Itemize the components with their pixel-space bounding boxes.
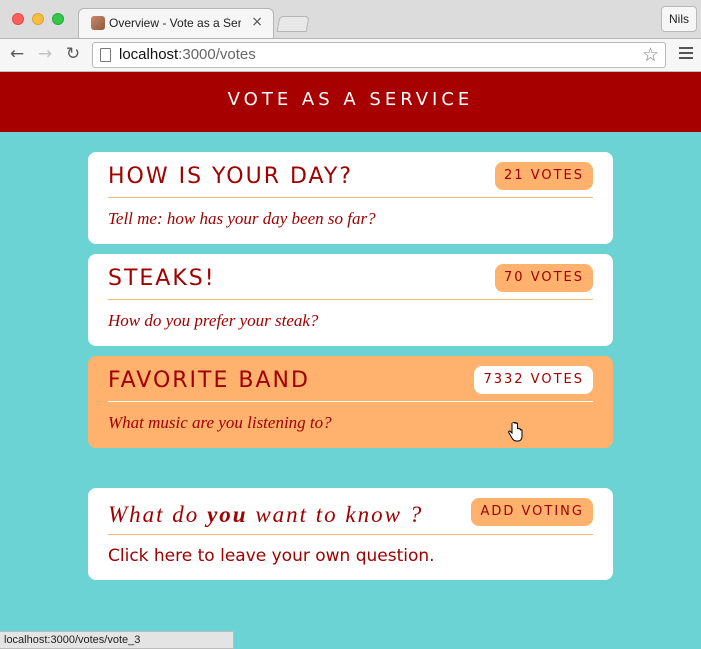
- voting-title: HOW IS YOUR DAY?: [108, 164, 353, 189]
- new-question-heading: What do you want to know ?: [108, 502, 423, 528]
- voting-description: What music are you listening to?: [108, 413, 332, 432]
- voting-description: How do you prefer your steak?: [108, 311, 319, 330]
- window-titlebar: Overview - Vote as a Servic × Nils: [0, 0, 701, 38]
- browser-tab-active[interactable]: Overview - Vote as a Servic ×: [78, 8, 274, 38]
- leave-question-link[interactable]: Click here to leave your own question.: [108, 546, 435, 566]
- tab-title: Overview - Vote as a Servic: [109, 16, 241, 30]
- url-host: localhost: [119, 46, 179, 63]
- hand-cursor-icon: [508, 422, 523, 442]
- vote-count-badge: 21 VOTES: [495, 162, 593, 190]
- new-tab-button[interactable]: [276, 16, 310, 32]
- window-maximize-button[interactable]: [52, 13, 64, 25]
- voting-title: FAVORITE BAND: [108, 368, 310, 393]
- voting-title: STEAKS!: [108, 266, 216, 291]
- tab-close-icon[interactable]: ×: [251, 14, 263, 30]
- divider: [108, 534, 593, 535]
- voting-description: Tell me: how has your day been so far?: [108, 209, 376, 228]
- favicon-icon: [91, 16, 105, 30]
- divider: [108, 401, 593, 402]
- heading-part: What do: [108, 502, 200, 527]
- back-arrow-icon[interactable]: ←: [6, 43, 28, 65]
- address-bar[interactable]: localhost:3000/votes ☆: [92, 42, 666, 68]
- profile-button[interactable]: Nils: [661, 6, 697, 32]
- new-question-card: What do you want to know ? ADD VOTING Cl…: [88, 488, 613, 580]
- window-close-button[interactable]: [12, 13, 24, 25]
- window-minimize-button[interactable]: [32, 13, 44, 25]
- browser-toolbar: ← → ↻ localhost:3000/votes ☆: [0, 38, 701, 72]
- divider: [108, 299, 593, 300]
- menu-hamburger-icon[interactable]: [679, 47, 693, 62]
- app-title[interactable]: VOTE AS A SERVICE: [0, 72, 701, 128]
- address-url[interactable]: localhost:3000/votes: [119, 46, 256, 63]
- forward-arrow-icon[interactable]: →: [34, 43, 56, 65]
- voting-card[interactable]: STEAKS! 70 VOTES How do you prefer your …: [88, 254, 613, 346]
- divider: [108, 197, 593, 198]
- voting-card-hovered[interactable]: FAVORITE BAND 7332 VOTES What music are …: [88, 356, 613, 448]
- page-icon: [100, 48, 111, 62]
- voting-card[interactable]: HOW IS YOUR DAY? 21 VOTES Tell me: how h…: [88, 152, 613, 244]
- add-voting-button[interactable]: ADD VOTING: [471, 498, 593, 526]
- app-header: VOTE AS A SERVICE: [0, 72, 701, 132]
- vote-count-badge: 70 VOTES: [495, 264, 593, 292]
- status-bar-url: localhost:3000/votes/vote_3: [0, 631, 234, 649]
- heading-emphasis: you: [207, 502, 248, 527]
- bookmark-star-icon[interactable]: ☆: [642, 44, 659, 66]
- url-path: :3000/votes: [178, 46, 256, 63]
- reload-icon[interactable]: ↻: [62, 43, 84, 65]
- heading-part: want to know ?: [255, 502, 424, 527]
- vote-count-badge: 7332 VOTES: [474, 366, 593, 394]
